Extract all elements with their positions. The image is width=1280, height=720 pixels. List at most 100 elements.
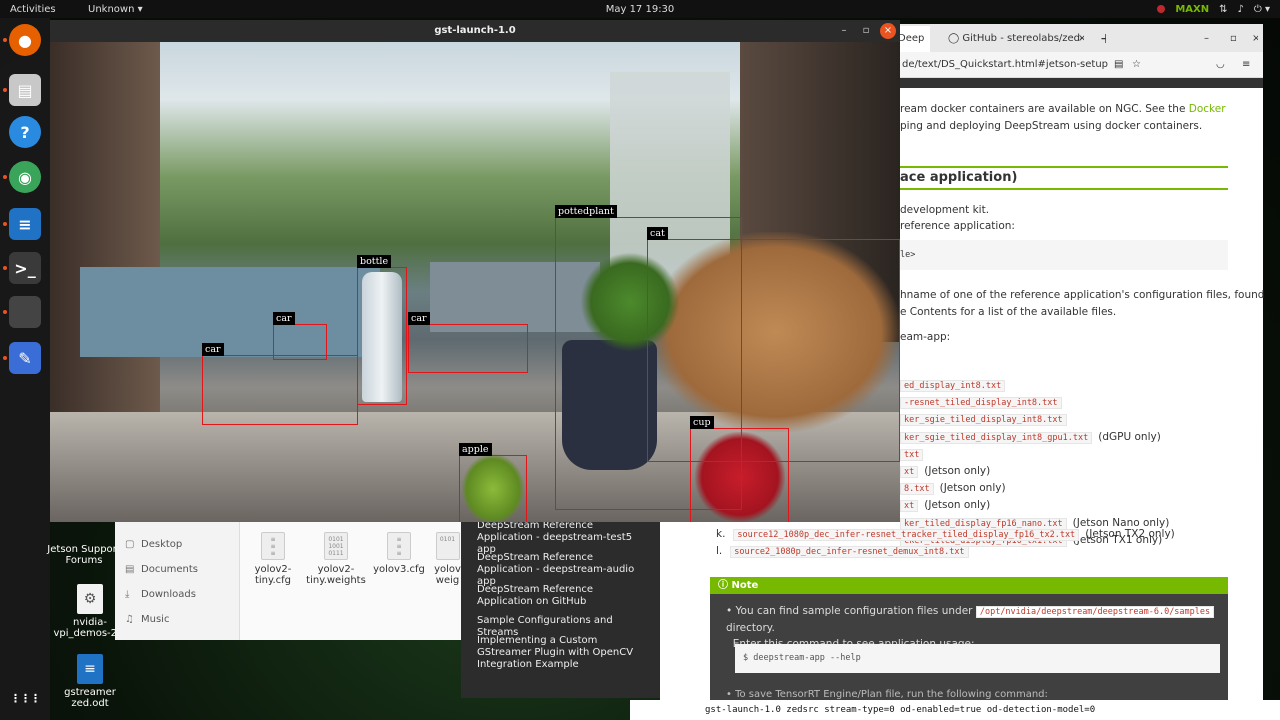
config-filename: -resnet_tiled_display_int8.txt	[900, 397, 1062, 410]
config-filename: ed_display_int8.txt	[900, 380, 1006, 392]
config-file-item: ker_tiled_display_fp16_nano.txt (Jetson N…	[900, 517, 1169, 530]
note-header: ⓘ Note	[710, 577, 1228, 594]
docs-sidebar: DeepStream Reference Application - deeps…	[461, 510, 660, 698]
config-file-item: ker_sgie_tiled_display_int8_gpu1.txt (dGP…	[900, 431, 1161, 444]
blank-app-icon[interactable]	[9, 296, 41, 328]
config-para-line2: e Contents for a list of the available f…	[900, 306, 1117, 318]
file-name: yolov2-tiny.weights	[306, 564, 366, 586]
close-icon[interactable]: ×	[880, 23, 896, 39]
color-icon[interactable]: ◉	[9, 161, 41, 193]
config-filename: xt	[900, 466, 919, 478]
file-manager: ▢ Desktop ▤ Documents ⤓ Downloads ♫ Music ≡ ≡…	[115, 520, 465, 640]
detection-label: car	[273, 312, 295, 325]
samples-path: /opt/nvidia/deepstream/deepstream-6.0/sa…	[975, 606, 1215, 618]
minimize-icon[interactable]: –	[1196, 26, 1210, 52]
config-note: (Jetson only)	[924, 499, 991, 512]
config-note: (Jetson only)	[924, 465, 991, 477]
running-indicator	[3, 356, 7, 360]
doc-nav-custom-plugin[interactable]: Implementing a Custom GStreamer Plugin w…	[477, 635, 652, 671]
minimize-icon[interactable]: –	[836, 23, 852, 39]
config-file-item: txt	[900, 448, 929, 461]
sidebar-item-downloads[interactable]: ⤓ Downloads	[115, 582, 239, 607]
config-file-item: -resnet_tiled_display_int8.txt	[900, 396, 1068, 410]
config-file-item: ed_display_int8.txt	[900, 379, 1011, 392]
music-icon: ♫	[125, 614, 134, 625]
terminal-icon[interactable]: >_	[9, 252, 41, 284]
config-filename: ker_sgie_tiled_display_int8.txt	[900, 414, 1067, 427]
app-menu[interactable]: Unknown ▾	[80, 4, 143, 15]
maximize-icon[interactable]: ▫	[858, 23, 874, 39]
doc-nav-github[interactable]: DeepStream Reference Application on GitH…	[477, 584, 652, 608]
doc-nav-audio[interactable]: DeepStream Reference Application - deeps…	[477, 552, 652, 588]
nvidia-power-mode[interactable]: MAXN	[1175, 4, 1209, 15]
desktop-icon-gstreamer-doc[interactable]: ≡ gstreamer zed.odt	[50, 654, 130, 709]
sidebar-item-desktop[interactable]: ▢ Desktop	[115, 532, 239, 557]
text-editor-icon[interactable]: ✎	[9, 342, 41, 374]
config-filename: source2_1080p_dec_infer-resnet_demux_int…	[730, 546, 969, 558]
detection-label: car	[408, 312, 430, 325]
volume-icon: ♪	[1237, 3, 1244, 15]
system-tray[interactable]: MAXN ⇅ ♪ ⏻ ▾	[1157, 4, 1270, 15]
running-indicator	[3, 222, 7, 226]
folder-icon: ▢	[125, 539, 135, 550]
house-left	[80, 267, 380, 357]
download-icon: ⤓	[125, 589, 130, 600]
config-note: (Jetson TX2 only)	[1085, 528, 1175, 540]
deepstream-app-para: eam-app:	[900, 331, 951, 343]
files-icon[interactable]: ▤	[9, 74, 41, 106]
menu-icon[interactable]: ≡	[1242, 52, 1250, 78]
sidebar-item-music[interactable]: ♫ Music	[115, 607, 239, 632]
detection-label: car	[202, 343, 224, 356]
maximize-icon[interactable]: ▫	[1222, 26, 1236, 52]
list-item: development kit.	[900, 204, 990, 216]
detection-box-car: car	[202, 343, 358, 425]
gst-window-title[interactable]: gst-launch-1.0	[50, 20, 900, 42]
binary-file-icon: 0101 1001 0111	[324, 532, 348, 560]
tab-bar: Deep × ◯ GitHub - stereolabs/zed- × + – …	[890, 24, 1263, 52]
desktop-icon-forums[interactable]: Jetson Support Forums	[44, 530, 124, 566]
help-icon[interactable]: ?	[9, 116, 41, 148]
config-file-item: l. source2_1080p_dec_infer-resnet_demux_i…	[716, 545, 975, 558]
firefox-icon[interactable]: ●	[9, 24, 41, 56]
terminal-window[interactable]: gst-launch-1.0 zedsrc stream-type=0 od-e…	[630, 700, 1280, 720]
dock: ● ▤? ◉ ≡ >_ ✎ ⋮⋮⋮	[0, 18, 50, 720]
reader-view-icon[interactable]: ▤	[1114, 52, 1123, 78]
tab-github[interactable]: ◯ GitHub - stereolabs/zed-	[940, 26, 1090, 52]
note-box: ⓘ Note • You can find sample configurati…	[710, 577, 1228, 701]
writer-icon[interactable]: ≡	[9, 208, 41, 240]
detection-box-cup: cup	[690, 416, 789, 522]
close-tab-icon[interactable]: ×	[1070, 26, 1084, 52]
sidebar-item-documents[interactable]: ▤ Documents	[115, 557, 239, 582]
new-tab-button[interactable]: +	[1092, 26, 1106, 52]
file-yolov-weights[interactable]: 0101 yolov weig	[430, 532, 465, 586]
doc-nav-test5[interactable]: DeepStream Reference Application - deeps…	[477, 520, 652, 556]
config-file-item: ker_sgie_tiled_display_int8.txt	[900, 413, 1073, 427]
power-menu[interactable]: ⏻ ▾	[1254, 4, 1270, 15]
record-indicator-icon	[1157, 5, 1166, 13]
app-grid-icon[interactable]: ⋮⋮⋮	[9, 682, 41, 714]
pocket-icon[interactable]: ◡	[1216, 52, 1225, 78]
detection-label: cup	[690, 416, 714, 429]
github-icon: ◯	[948, 33, 963, 44]
gear-icon: ⚙	[77, 584, 103, 614]
docker-link[interactable]: Docker	[1189, 103, 1226, 115]
forums-label: Jetson Support Forums	[47, 544, 121, 566]
running-indicator	[3, 266, 7, 270]
folder-icon: ▤	[125, 564, 135, 575]
running-indicator	[3, 88, 7, 92]
close-window-icon[interactable]: ×	[1244, 26, 1258, 52]
network-icon: ⇅	[1219, 3, 1228, 15]
text-file-icon: ≡ ≡ ≡	[261, 532, 285, 560]
config-file-item: k. source12_1080p_dec_infer-resnet_tracke…	[716, 528, 1175, 541]
file-yolov2-tiny-cfg[interactable]: ≡ ≡ ≡ yolov2-tiny.cfg	[241, 532, 305, 586]
clock[interactable]: May 17 19:30	[606, 4, 675, 15]
config-para-line1: hname of one of the reference applicatio…	[900, 289, 1265, 301]
file-yolov3-cfg[interactable]: ≡ ≡ ≡ yolov3.cfg	[367, 532, 431, 575]
detection-box-bottle: bottle	[357, 255, 407, 405]
files-sidebar: ▢ Desktop ▤ Documents ⤓ Downloads ♫ Music	[115, 520, 240, 640]
file-yolov2-tiny-weights[interactable]: 0101 1001 0111 yolov2-tiny.weights	[304, 532, 368, 586]
url-bar[interactable]: de/text/DS_Quickstart.html#jetson-setup …	[890, 52, 1263, 78]
activities-button[interactable]: Activities	[0, 4, 80, 15]
bookmark-star-icon[interactable]: ☆	[1132, 52, 1141, 78]
gst-launch-window: gst-launch-1.0 – ▫ × pottedplant cat bot…	[50, 20, 900, 522]
